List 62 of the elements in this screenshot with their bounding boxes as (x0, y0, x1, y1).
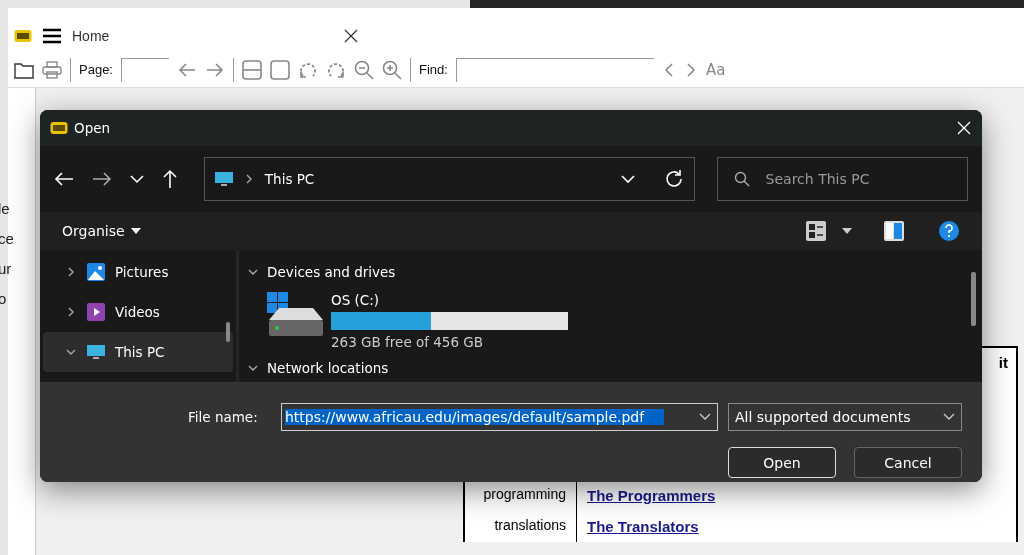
zoom-in-icon[interactable] (382, 59, 402, 80)
navigation-item[interactable]: Videos (43, 292, 233, 332)
section-heading[interactable]: Devices and drives (267, 264, 396, 280)
scrollbar-thumb[interactable] (971, 272, 976, 326)
breadcrumb-item[interactable]: This PC (264, 171, 315, 187)
fit-width-icon[interactable] (242, 59, 262, 80)
navigation-label: Videos (115, 304, 160, 320)
chevron-down-icon (699, 413, 711, 421)
open-button[interactable]: Open (728, 447, 836, 478)
help-icon[interactable] (938, 220, 960, 242)
drive-name: OS (C:) (331, 292, 380, 308)
recent-locations-icon[interactable] (129, 174, 144, 184)
caret-icon (130, 228, 141, 234)
forward-icon[interactable] (91, 171, 112, 187)
refresh-icon[interactable] (663, 169, 684, 189)
drive-free-space: 263 GB free of 456 GB (331, 334, 485, 350)
film-icon (87, 303, 105, 321)
file-type-dropdown[interactable]: All supported documents (728, 403, 962, 431)
app-logo-icon (50, 121, 68, 135)
navigation-item[interactable]: Pictures (43, 252, 233, 292)
scrollbar-thumb[interactable] (226, 322, 230, 342)
chevron-down-icon[interactable] (619, 174, 636, 184)
folder-icon[interactable] (14, 60, 34, 79)
tab-title[interactable]: Home (72, 28, 334, 44)
file-name-label: File name: (188, 409, 259, 425)
navigation-label: This PC (115, 344, 165, 360)
up-icon[interactable] (161, 169, 178, 189)
table-cell: translations (465, 511, 577, 542)
address-bar[interactable]: This PC (203, 157, 695, 201)
cancel-button[interactable]: Cancel (854, 447, 962, 478)
file-name-field[interactable]: https://www.africau.edu/images/default/sample.pdf (281, 403, 718, 431)
table-link[interactable]: The Programmers (587, 487, 716, 504)
zoom-out-icon[interactable] (354, 59, 374, 80)
hard-drive-icon (265, 292, 323, 338)
section-heading[interactable]: Network locations (267, 360, 389, 376)
navigation-item[interactable]: This PC (43, 332, 233, 372)
match-case-button[interactable]: Aa (705, 60, 726, 79)
search-box[interactable]: Search This PC (716, 157, 968, 201)
fit-page-icon[interactable] (270, 59, 290, 80)
menu-icon[interactable] (42, 28, 62, 44)
monitor-icon (87, 344, 105, 360)
app-logo-icon (14, 29, 32, 43)
search-icon (733, 171, 750, 187)
monitor-icon (214, 171, 233, 187)
page-label: Page: (79, 62, 113, 77)
arrow-left-icon[interactable] (177, 61, 197, 78)
search-field[interactable]: Search This PC (763, 170, 944, 188)
arrow-right-icon[interactable] (205, 61, 225, 78)
organise-button[interactable]: Organise (62, 223, 141, 239)
chevron-down-icon (943, 413, 955, 421)
view-options-icon[interactable] (806, 221, 826, 241)
navigation-label: Pictures (115, 264, 169, 280)
back-icon[interactable] (54, 171, 74, 187)
picture-icon (87, 263, 105, 281)
preview-pane-icon[interactable] (884, 221, 904, 241)
close-icon[interactable] (344, 29, 358, 43)
dialog-title: Open (74, 120, 111, 136)
dropdown-icon[interactable] (842, 228, 852, 234)
drive-item[interactable]: OS (C:) 263 GB free of 456 GB (247, 282, 974, 358)
printer-icon[interactable] (42, 60, 62, 79)
table-link[interactable]: The Translators (587, 518, 699, 535)
find-label: Find: (419, 62, 448, 77)
